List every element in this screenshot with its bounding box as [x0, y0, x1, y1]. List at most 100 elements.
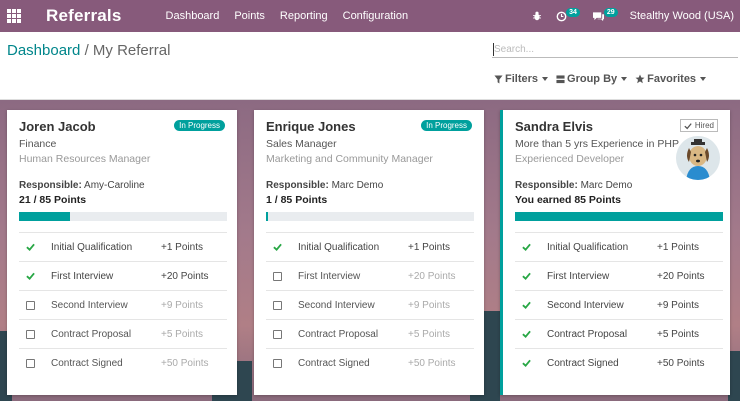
stage-checkbox[interactable]	[273, 329, 282, 339]
check-icon[interactable]	[522, 272, 531, 281]
candidate-name: Joren Jacob	[19, 119, 96, 134]
stage-checkbox[interactable]	[273, 300, 282, 310]
responsible-label: Responsible:	[515, 180, 578, 191]
company-switcher[interactable]: Stealthy Wood (USA)	[630, 10, 734, 22]
menu-reporting[interactable]: Reporting	[280, 10, 328, 22]
stage-checkbox[interactable]	[273, 271, 282, 281]
group-by-icon	[556, 74, 565, 83]
check-icon[interactable]	[522, 301, 531, 310]
messages-badge: 29	[603, 7, 618, 17]
progress-fill	[19, 212, 71, 221]
main-menu: Dashboard Points Reporting Configuration	[166, 10, 424, 22]
stage-points: +5 Points	[657, 328, 699, 340]
stage-points: +20 Points	[657, 270, 705, 282]
responsible: Responsible: Marc Demo	[515, 180, 632, 191]
app-title[interactable]: Referrals	[46, 6, 122, 26]
check-icon[interactable]	[273, 243, 282, 252]
stage-row[interactable]: Contract Proposal +5 Points	[515, 319, 723, 348]
stage-row[interactable]: Initial Qualification +1 Points	[515, 232, 723, 261]
points-summary: 21 / 85 Points	[19, 194, 87, 206]
stage-row[interactable]: Second Interview +9 Points	[266, 290, 474, 319]
activity-button[interactable]: 34	[556, 7, 580, 22]
stage-name: Contract Proposal	[298, 328, 379, 340]
stage-row[interactable]: Contract Proposal +5 Points	[19, 319, 227, 348]
points-summary: You earned 85 Points	[515, 194, 621, 206]
stage-points: +20 Points	[161, 270, 209, 282]
control-panel: Dashboard / My Referral Filters Group By…	[0, 32, 740, 100]
points-summary: 1 / 85 Points	[266, 194, 328, 206]
responsible: Responsible: Amy-Caroline	[19, 180, 145, 191]
responsible-value: Marc Demo	[580, 180, 633, 191]
messages-button[interactable]: 29	[592, 7, 618, 22]
stage-row[interactable]: Initial Qualification +1 Points	[19, 232, 227, 261]
stage-row[interactable]: Contract Signed +50 Points	[515, 348, 723, 377]
stage-checkbox[interactable]	[26, 329, 35, 339]
caret-down-icon	[542, 77, 549, 81]
check-icon	[684, 122, 692, 129]
check-icon[interactable]	[522, 359, 531, 368]
stage-checkbox[interactable]	[26, 300, 35, 310]
stage-name: First Interview	[51, 270, 114, 282]
stage-checkbox[interactable]	[26, 358, 35, 368]
favorites-label: Favorites	[647, 73, 697, 85]
stage-points: +50 Points	[161, 357, 209, 369]
search-options: Filters Group By Favorites	[494, 73, 714, 85]
candidate-name: Sandra Elvis	[515, 119, 594, 134]
activity-badge: 34	[566, 7, 580, 17]
referral-card[interactable]: Joren Jacob In Progress Finance Human Re…	[7, 110, 237, 395]
job-position: Experienced Developer	[515, 153, 625, 165]
check-icon[interactable]	[26, 243, 35, 252]
menu-configuration[interactable]: Configuration	[343, 10, 408, 22]
stage-row[interactable]: First Interview +20 Points	[19, 261, 227, 290]
search-input[interactable]	[492, 42, 738, 58]
stage-name: First Interview	[547, 270, 610, 282]
stage-row[interactable]: Contract Signed +50 Points	[19, 348, 227, 377]
stage-row[interactable]: Contract Signed +50 Points	[266, 348, 474, 377]
stage-row[interactable]: Second Interview +9 Points	[515, 290, 723, 319]
stage-row[interactable]: Initial Qualification +1 Points	[266, 232, 474, 261]
star-icon	[635, 74, 645, 84]
status-badge: In Progress	[174, 120, 225, 131]
stage-points: +5 Points	[161, 328, 203, 340]
check-icon[interactable]	[26, 272, 35, 281]
breadcrumb: Dashboard / My Referral	[7, 42, 170, 59]
stage-name: Contract Proposal	[51, 328, 132, 340]
stage-row[interactable]: Second Interview +9 Points	[19, 290, 227, 319]
avatar	[676, 136, 720, 180]
referral-card[interactable]: Enrique Jones In Progress Sales Manager …	[254, 110, 484, 395]
caret-down-icon	[621, 77, 628, 81]
stage-row[interactable]: First Interview +20 Points	[515, 261, 723, 290]
stage-name: Second Interview	[547, 299, 624, 311]
favorites-button[interactable]: Favorites	[635, 73, 707, 85]
stage-name: Contract Proposal	[547, 328, 628, 340]
hired-badge: Hired	[679, 119, 718, 132]
chat-icon	[592, 11, 604, 21]
progress-bar	[515, 212, 723, 221]
stage-row[interactable]: First Interview +20 Points	[266, 261, 474, 290]
group-by-button[interactable]: Group By	[556, 73, 628, 85]
stage-name: Contract Signed	[51, 357, 123, 369]
check-icon[interactable]	[522, 243, 531, 252]
menu-points[interactable]: Points	[234, 10, 265, 22]
stage-row[interactable]: Contract Proposal +5 Points	[266, 319, 474, 348]
filters-button[interactable]: Filters	[494, 73, 549, 85]
menu-dashboard[interactable]: Dashboard	[166, 10, 220, 22]
stage-list: Initial Qualification +1 Points First Inte…	[266, 232, 474, 377]
bug-icon[interactable]	[532, 11, 542, 21]
responsible: Responsible: Marc Demo	[266, 180, 383, 191]
progress-bar	[266, 212, 474, 221]
breadcrumb-dashboard[interactable]: Dashboard	[7, 42, 80, 59]
apps-menu-icon[interactable]	[7, 9, 21, 23]
text-cursor	[493, 43, 494, 56]
stage-points: +1 Points	[657, 241, 699, 253]
check-icon[interactable]	[522, 330, 531, 339]
status-badge: In Progress	[421, 120, 472, 131]
department: Sales Manager	[266, 138, 337, 150]
filter-icon	[494, 74, 503, 84]
stage-checkbox[interactable]	[273, 358, 282, 368]
hired-label: Hired	[694, 121, 714, 130]
caret-down-icon	[700, 77, 707, 81]
stage-list: Initial Qualification +1 Points First Inte…	[515, 232, 723, 377]
breadcrumb-current: My Referral	[92, 42, 171, 59]
referral-card[interactable]: Sandra Elvis Hired More than 5 yrs Exper…	[500, 110, 730, 395]
